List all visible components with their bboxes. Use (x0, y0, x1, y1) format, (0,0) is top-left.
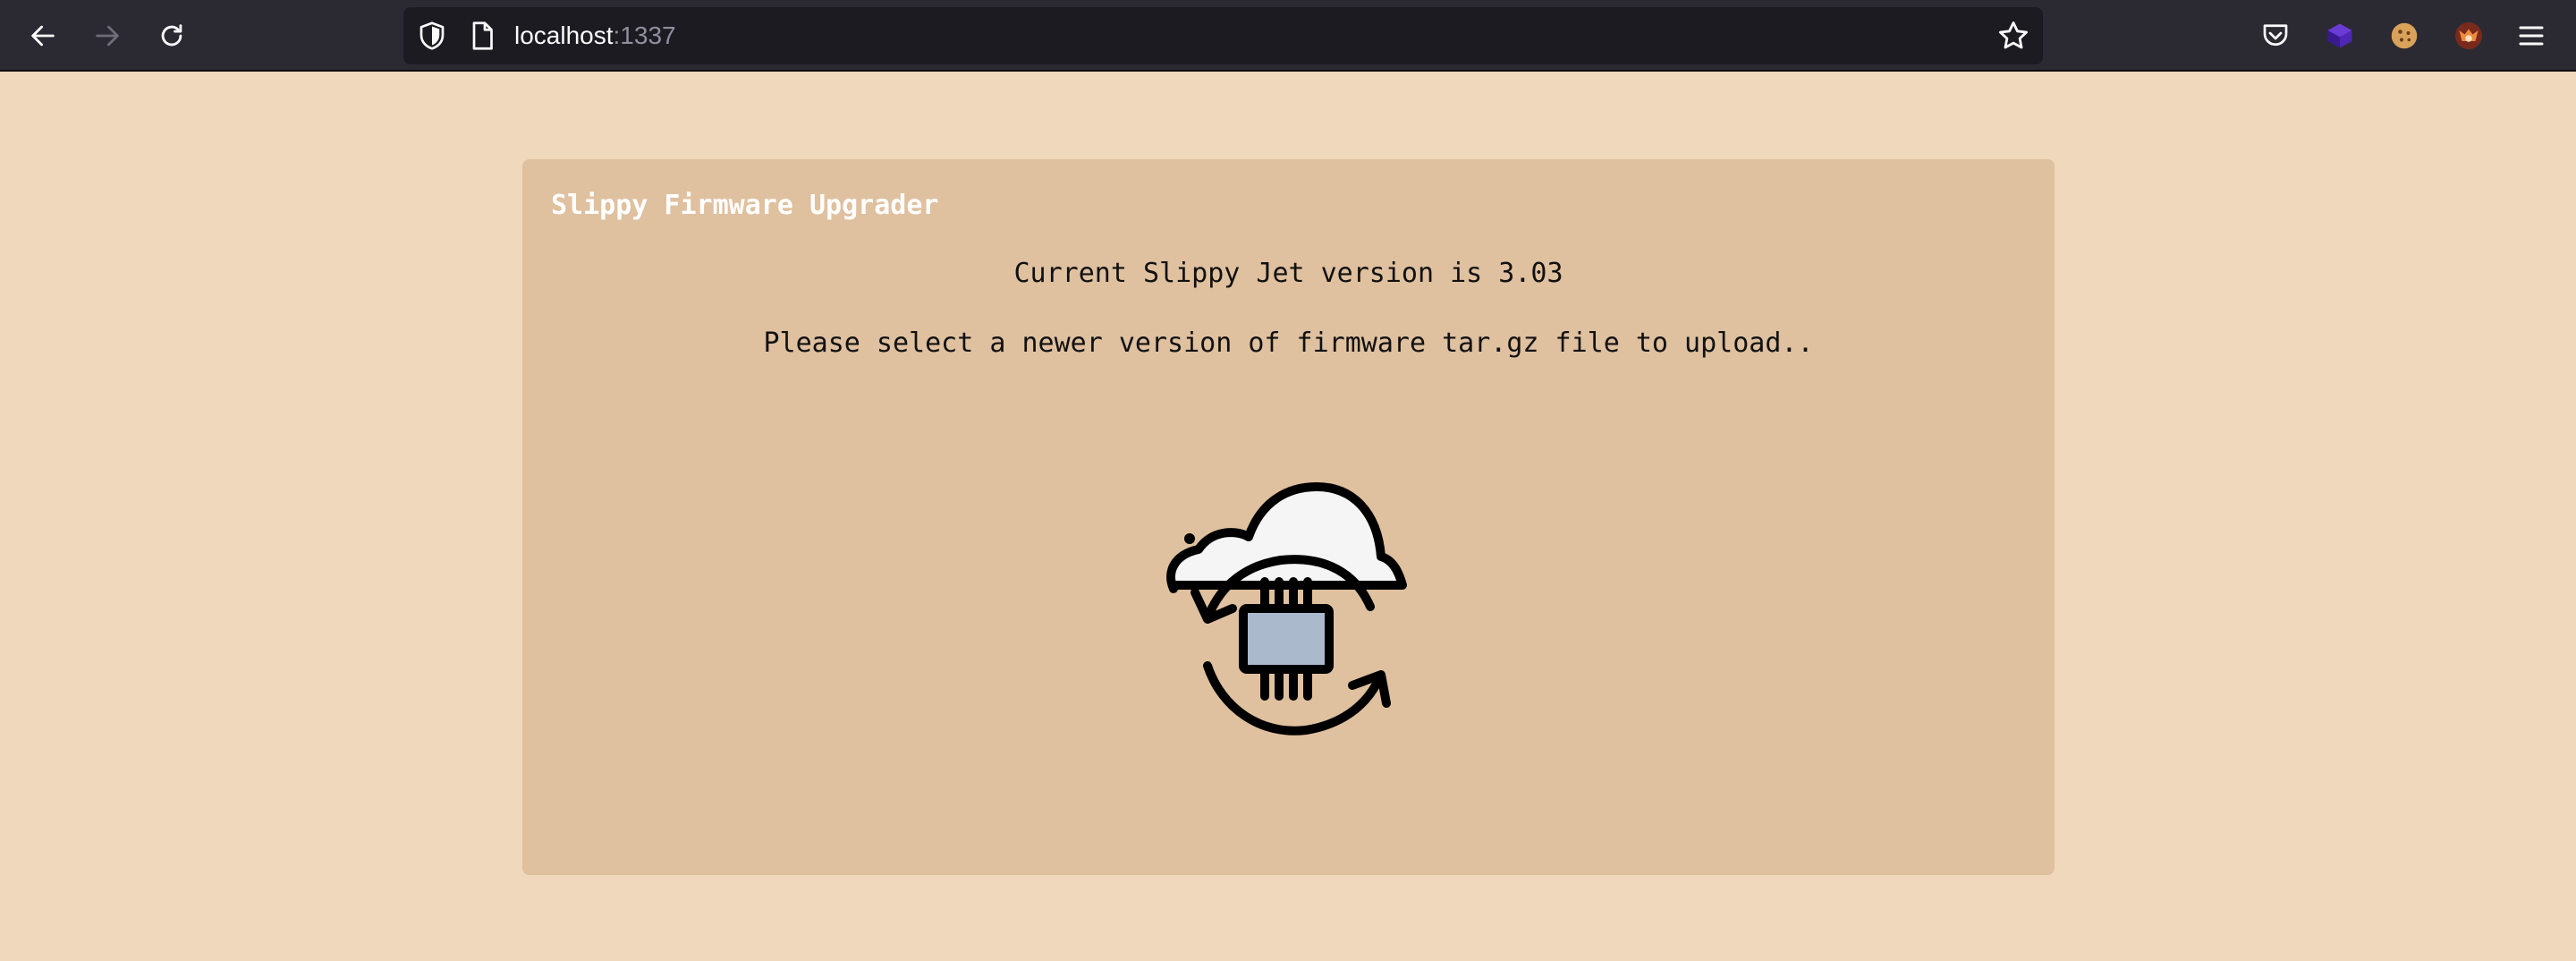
pocket-button[interactable] (2256, 16, 2295, 55)
extension-button-2[interactable] (2385, 16, 2424, 55)
forward-button[interactable] (86, 14, 129, 57)
address-bar[interactable]: localhost:1337 (403, 7, 2043, 64)
forward-arrow-icon (96, 25, 119, 47)
extension-button-3[interactable] (2449, 16, 2488, 55)
cloud-firmware-update-icon (1166, 482, 1407, 736)
cookie-extension-icon (2391, 22, 2418, 49)
back-button[interactable] (21, 14, 64, 57)
firmware-upgrader-panel: Slippy Firmware Upgrader Current Slippy … (522, 159, 2055, 875)
current-version-text: Current Slippy Jet version is 3.03 (1013, 258, 1563, 289)
purple-cube-extension-icon (2327, 23, 2352, 48)
page-title: Slippy Firmware Upgrader (551, 190, 939, 221)
url-host: localhost (514, 21, 614, 49)
extension-button-1[interactable] (2320, 16, 2360, 55)
firmware-upload-area[interactable] (1163, 474, 1431, 761)
page-info-icon[interactable] (466, 20, 498, 52)
url-text[interactable]: localhost:1337 (514, 7, 676, 64)
upload-instruction-text: Please select a newer version of firmwar… (763, 327, 1814, 359)
pocket-icon (2263, 24, 2288, 47)
app-menu-button[interactable] (2512, 16, 2551, 55)
hamburger-menu-icon (2519, 26, 2544, 46)
browser-toolbar: localhost:1337 (0, 0, 2576, 72)
bookmark-star-icon[interactable] (1996, 19, 2030, 53)
back-arrow-icon (31, 25, 55, 47)
url-port: :1337 (613, 21, 676, 49)
reload-icon (161, 24, 182, 47)
reload-button[interactable] (150, 14, 193, 57)
fox-avatar-extension-icon (2455, 22, 2482, 49)
tracking-protection-shield-icon[interactable] (416, 20, 448, 52)
